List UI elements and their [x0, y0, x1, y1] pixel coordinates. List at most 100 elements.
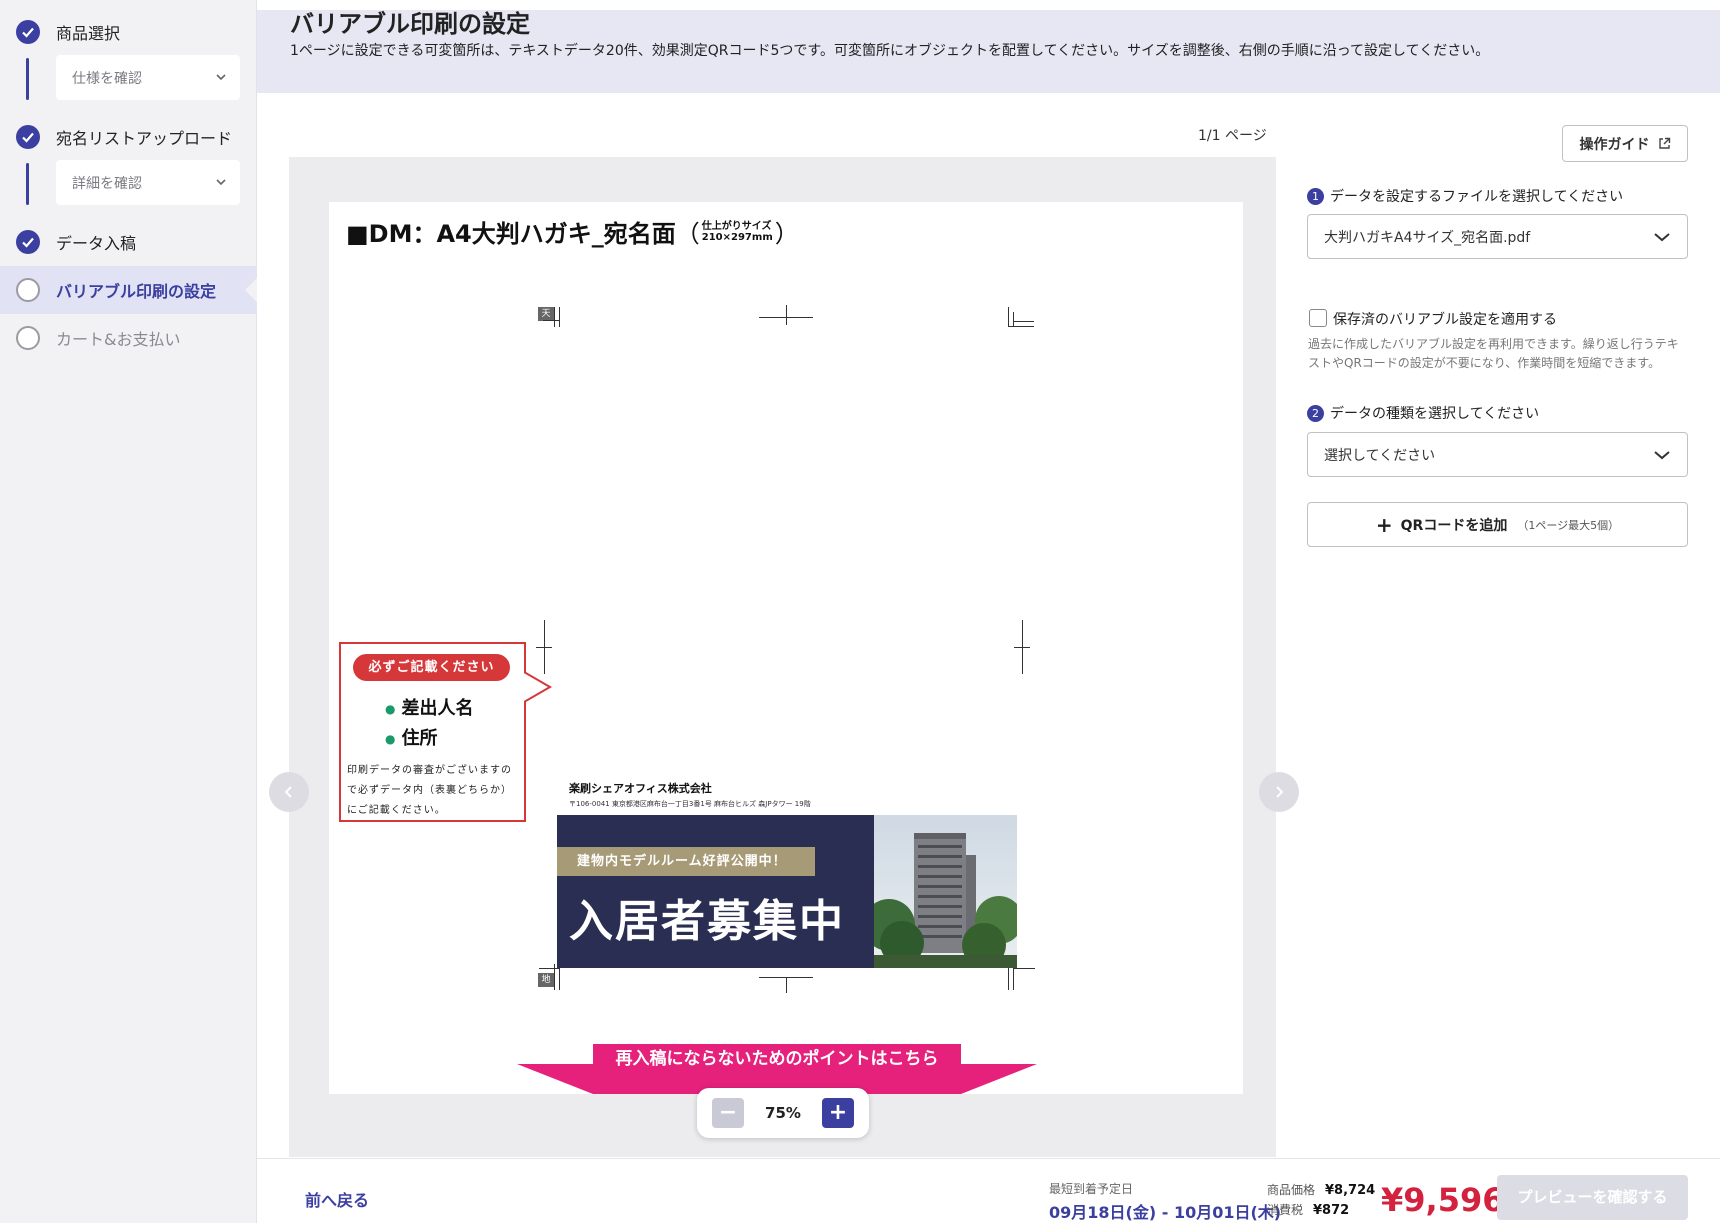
step-address-upload[interactable]: 宛名リストアップロード	[0, 113, 257, 161]
saved-settings-checkbox[interactable]	[1309, 309, 1327, 327]
add-qr-limit: （1ページ最大5個）	[1517, 518, 1620, 532]
step-variable-print[interactable]: バリアブル印刷の設定	[0, 266, 257, 314]
crop-mark	[1013, 312, 1014, 327]
chevron-down-icon	[214, 70, 228, 88]
crop-mark	[1014, 647, 1030, 648]
design-canvas[interactable]: ■DM：A4大判ハガキ_宛名面 （ 仕上がりサイズ 210×297mm ） 天 …	[289, 157, 1276, 1157]
plus-icon: +	[1375, 512, 1393, 537]
dropdown-label: 詳細を確認	[72, 175, 142, 192]
tax-value: ¥872	[1313, 1203, 1350, 1218]
tax-row: 消費税 ¥872	[1267, 1201, 1349, 1218]
step-number-badge: 1	[1307, 187, 1324, 205]
crop-mark	[1008, 326, 1034, 327]
note-text: 印刷データの審査がございますので必ずデータ内（表裏どちらか）にご記載ください。	[347, 765, 512, 816]
step-label: バリアブル印刷の設定	[56, 282, 217, 301]
current-step-pointer	[245, 278, 257, 302]
step-cart-payment[interactable]: カート&お支払い	[0, 314, 257, 362]
saved-settings-label[interactable]: 保存済のバリアブル設定を適用する	[1333, 309, 1557, 329]
note-item-sender: ● 差出人名	[385, 698, 474, 719]
product-price-row: 商品価格 ¥8,724	[1267, 1181, 1375, 1198]
step-label: データ入稿	[56, 234, 137, 253]
building-photo	[874, 815, 1017, 968]
tax-label: 消費税	[1267, 1203, 1304, 1217]
eta-label: 最短到着予定日	[1049, 1182, 1134, 1196]
saved-settings-help: 過去に作成したバリアブル設定を再利用できます。繰り返し行うテキストやQRコードの…	[1308, 337, 1679, 370]
data-type-select[interactable]: 選択してください	[1307, 432, 1688, 477]
footer-bar: 前へ戻る 最短到着予定日 09月18日(金) - 10月01日(木) 商品価格 ¥…	[257, 1158, 1720, 1223]
page-header: バリアブル印刷の設定 1ページに設定できる可変箇所は、テキストデータ20件、効果…	[257, 10, 1720, 93]
required-note-box: 必ずご記載ください ● 差出人名 ● 住所 印刷データの審査がございますので必ずデー…	[339, 642, 526, 822]
zoom-control: − 75% +	[697, 1088, 869, 1138]
crop-mark	[543, 320, 559, 321]
banner-headline: 入居者募集中	[569, 896, 845, 947]
page-description: 1ページに設定できる可変箇所は、テキストデータ20件、効果測定QRコード5つです…	[290, 43, 1490, 59]
sender-block: 楽刷シェアオフィス株式会社 〒106-0041 東京都港区麻布台一丁目3番1号 …	[569, 780, 811, 809]
step1-label: データを設定するファイルを選択してください	[1330, 189, 1624, 205]
prev-page-button[interactable]	[269, 772, 309, 812]
check-icon	[16, 20, 40, 44]
step-connector	[26, 58, 29, 100]
sender-company: 楽刷シェアオフィス株式会社	[569, 782, 712, 795]
note-item-address: ● 住所	[385, 728, 438, 749]
bottom-mark: 地	[538, 973, 554, 987]
next-page-button[interactable]	[1259, 772, 1299, 812]
sender-address: 〒106-0041 東京都港区麻布台一丁目3番1号 麻布台ヒルズ 森JPタワー …	[569, 800, 811, 808]
circle-icon	[16, 278, 40, 302]
page-counter: 1/1 ページ	[1198, 128, 1267, 144]
spec-dropdown[interactable]: 仕様を確認	[56, 55, 240, 100]
preview-button[interactable]: プレビューを確認する	[1497, 1175, 1688, 1220]
check-icon	[16, 230, 40, 254]
price-label: 商品価格	[1267, 1183, 1316, 1197]
chevron-down-icon	[1654, 451, 1670, 460]
total-price: ¥9,596	[1381, 1181, 1505, 1219]
sheet-title: ■DM：A4大判ハガキ_宛名面 （ 仕上がりサイズ 210×297mm ）	[346, 214, 799, 249]
data-type-value: 選択してください	[1324, 447, 1436, 464]
crop-mark	[1013, 968, 1035, 969]
crop-mark	[559, 307, 560, 327]
step-product-select[interactable]: 商品選択	[0, 8, 257, 56]
crop-mark	[554, 964, 555, 990]
step-label: 商品選択	[56, 24, 121, 43]
step1-heading: 1 データを設定するファイルを選択してください	[1307, 186, 1623, 206]
zoom-in-button[interactable]: +	[822, 1098, 854, 1128]
finish-size: 仕上がりサイズ 210×297mm	[701, 220, 773, 243]
note-pointer	[524, 672, 553, 702]
page-title: バリアブル印刷の設定	[290, 10, 530, 38]
chevron-left-icon	[284, 786, 292, 798]
step-sidebar: 商品選択 仕様を確認 宛名リストアップロード 詳細を確認 データ入稿 バリアブル…	[0, 0, 257, 1223]
detail-dropdown[interactable]: 詳細を確認	[56, 160, 240, 205]
step-label: カート&お支払い	[56, 330, 181, 349]
external-link-icon	[1658, 137, 1670, 149]
operation-guide-button[interactable]: 操作ガイド	[1562, 125, 1688, 162]
circle-icon	[16, 326, 40, 350]
back-link[interactable]: 前へ戻る	[305, 1187, 369, 1211]
postcard-sheet[interactable]: ■DM：A4大判ハガキ_宛名面 （ 仕上がりサイズ 210×297mm ） 天 …	[329, 202, 1243, 1094]
crop-mark	[536, 647, 552, 648]
banner-tag: 建物内モデルルーム好評公開中！	[557, 847, 815, 876]
top-mark: 天	[538, 307, 554, 321]
crop-mark	[786, 305, 787, 325]
required-note-pill: 必ずご記載ください	[353, 654, 510, 681]
add-qr-code-button[interactable]: + QRコードを追加 （1ページ最大5個）	[1307, 502, 1688, 547]
step-data-submit[interactable]: データ入稿	[0, 218, 257, 266]
guide-label: 操作ガイド	[1579, 136, 1650, 153]
crop-mark	[1013, 321, 1034, 322]
crop-mark	[1008, 307, 1009, 327]
sheet-title-main: ■DM：A4大判ハガキ_宛名面	[346, 220, 676, 248]
add-qr-label: QRコードを追加	[1400, 517, 1508, 534]
crop-mark	[786, 977, 787, 993]
resubmit-tips-text[interactable]: 再入稿にならないためのポイントはこちら	[517, 1044, 1037, 1069]
eta-date: 09月18日(金) - 10月01日(木)	[1049, 1203, 1282, 1222]
chevron-down-icon	[1654, 233, 1670, 242]
step2-heading: 2 データの種類を選択してください	[1307, 403, 1539, 423]
file-select[interactable]: 大判ハガキA4サイズ_宛名面.pdf	[1307, 214, 1688, 259]
file-select-value: 大判ハガキA4サイズ_宛名面.pdf	[1324, 229, 1531, 246]
crop-mark	[539, 968, 559, 969]
recruitment-banner: 建物内モデルルーム好評公開中！ 入居者募集中	[557, 815, 1017, 968]
crop-mark	[554, 307, 555, 327]
price-value: ¥8,724	[1325, 1183, 1376, 1198]
chevron-right-icon	[1276, 786, 1284, 798]
step-label: 宛名リストアップロード	[56, 129, 233, 148]
step-number-badge: 2	[1307, 404, 1324, 422]
chevron-down-icon	[214, 175, 228, 193]
